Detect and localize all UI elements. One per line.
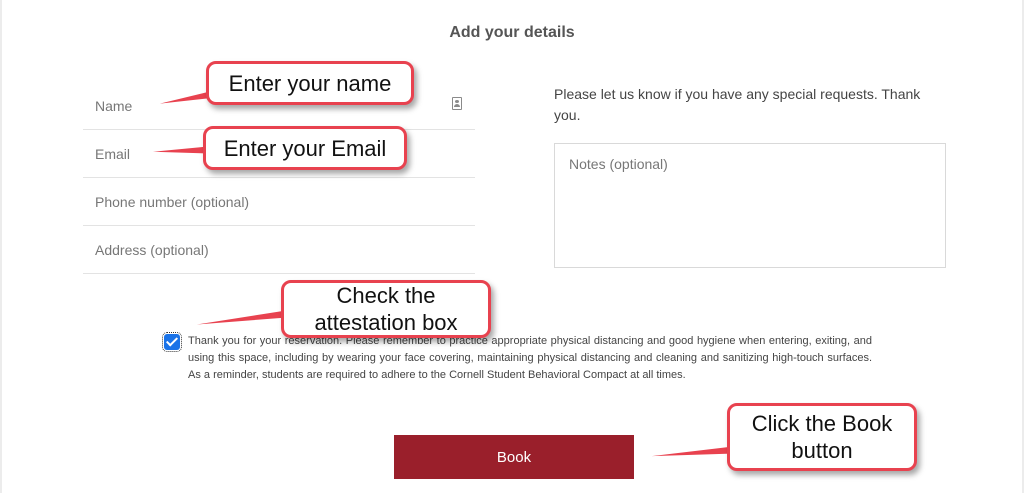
attestation-callout: Check the attestation box — [281, 280, 491, 338]
name-callout-text: Enter your name — [228, 70, 392, 96]
name-callout: Enter your name — [206, 61, 414, 105]
book-arrow — [639, 445, 736, 458]
email-callout-text: Enter your Email — [223, 135, 387, 161]
book-callout: Click the Book button — [727, 403, 917, 471]
attestation-callout-line1: Check the — [336, 283, 436, 308]
attest-arrow — [183, 309, 288, 327]
attestation-callout-line2: attestation box — [314, 310, 458, 335]
email-arrow — [144, 145, 210, 155]
book-callout-line2: button — [791, 438, 853, 463]
book-callout-line1: Click the Book — [751, 411, 893, 436]
email-callout: Enter your Email — [203, 126, 407, 170]
